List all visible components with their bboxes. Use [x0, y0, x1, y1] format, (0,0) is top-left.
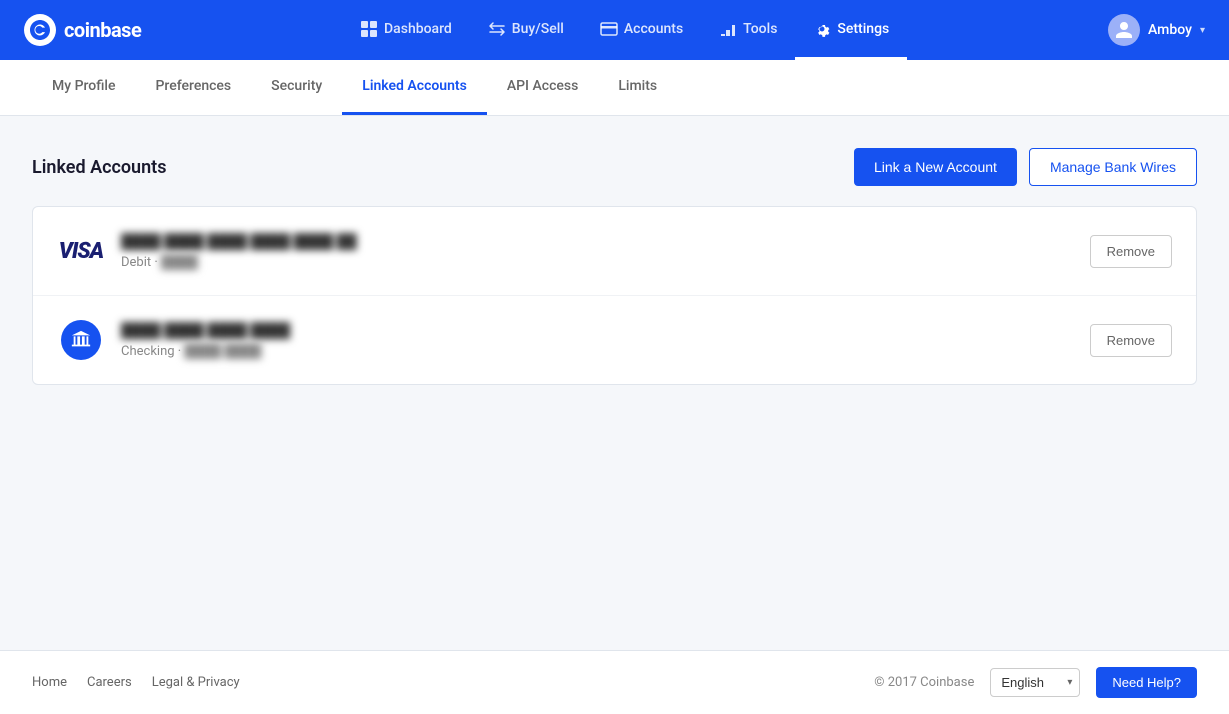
- footer-careers-link[interactable]: Careers: [87, 675, 132, 690]
- remove-visa-button[interactable]: Remove: [1090, 235, 1172, 268]
- tab-linked-accounts[interactable]: Linked Accounts: [342, 60, 487, 115]
- link-new-account-button[interactable]: Link a New Account: [854, 148, 1017, 186]
- tab-preferences[interactable]: Preferences: [135, 60, 251, 115]
- account-info: ████ ████ ████ ████ ████ ██ Debit · ████: [121, 233, 1090, 270]
- user-menu[interactable]: Amboy ▾: [1108, 14, 1205, 46]
- account-type-label: Debit ·: [121, 255, 161, 270]
- table-row: VISA ████ ████ ████ ████ ████ ██ Debit ·…: [33, 207, 1196, 296]
- bank-icon: [57, 316, 105, 364]
- settings-icon: [813, 20, 831, 38]
- manage-bank-wires-button[interactable]: Manage Bank Wires: [1029, 148, 1197, 186]
- account-number: ████: [161, 255, 198, 270]
- dashboard-icon: [360, 20, 378, 38]
- section-actions: Link a New Account Manage Bank Wires: [854, 148, 1197, 186]
- tab-limits[interactable]: Limits: [598, 60, 677, 115]
- tools-icon: [719, 20, 737, 38]
- remove-bank-button[interactable]: Remove: [1090, 324, 1172, 357]
- logo-text: coinbase: [64, 18, 141, 42]
- account-name: ████ ████ ████ ████ ████ ██: [121, 234, 357, 250]
- main-content: Linked Accounts Link a New Account Manag…: [0, 116, 1229, 650]
- section-header: Linked Accounts Link a New Account Manag…: [32, 148, 1197, 186]
- account-detail: Checking · ████ ████: [121, 343, 1090, 359]
- need-help-button[interactable]: Need Help?: [1096, 667, 1197, 698]
- tab-api-access[interactable]: API Access: [487, 60, 598, 115]
- footer: Home Careers Legal & Privacy © 2017 Coin…: [0, 650, 1229, 714]
- tab-my-profile[interactable]: My Profile: [32, 60, 135, 115]
- logo[interactable]: coinbase: [24, 14, 141, 46]
- settings-tabs: My Profile Preferences Security Linked A…: [0, 60, 1229, 116]
- footer-home-link[interactable]: Home: [32, 675, 67, 690]
- accounts-container: VISA ████ ████ ████ ████ ████ ██ Debit ·…: [32, 206, 1197, 385]
- coinbase-logo-icon: [24, 14, 56, 46]
- language-select[interactable]: English Español Français Deutsch 日本語: [990, 668, 1080, 697]
- bank-building-icon: [70, 329, 92, 351]
- footer-legal-link[interactable]: Legal & Privacy: [152, 675, 240, 690]
- nav-settings[interactable]: Settings: [795, 0, 907, 60]
- account-number: ████ ████: [184, 344, 261, 359]
- nav-dashboard[interactable]: Dashboard: [342, 0, 470, 60]
- buysell-icon: [488, 20, 506, 38]
- account-name: ████ ████ ████ ████: [121, 323, 290, 339]
- tab-security[interactable]: Security: [251, 60, 342, 115]
- language-selector-wrapper: English Español Français Deutsch 日本語 ▾: [990, 668, 1080, 697]
- footer-links: Home Careers Legal & Privacy: [32, 675, 240, 690]
- user-chevron-icon: ▾: [1200, 25, 1205, 36]
- footer-right: © 2017 Coinbase English Español Français…: [874, 667, 1197, 698]
- accounts-icon: [600, 20, 618, 38]
- main-nav: Dashboard Buy/Sell Accounts Tools Settin…: [342, 0, 907, 60]
- account-info: ████ ████ ████ ████ Checking · ████ ████: [121, 322, 1090, 359]
- table-row: ████ ████ ████ ████ Checking · ████ ████…: [33, 296, 1196, 384]
- avatar: [1108, 14, 1140, 46]
- copyright: © 2017 Coinbase: [874, 675, 974, 690]
- nav-buysell[interactable]: Buy/Sell: [470, 0, 582, 60]
- user-name: Amboy: [1148, 22, 1192, 38]
- section-title: Linked Accounts: [32, 157, 166, 178]
- visa-icon: VISA: [57, 227, 105, 275]
- nav-tools[interactable]: Tools: [701, 0, 795, 60]
- account-detail: Debit · ████: [121, 254, 1090, 270]
- nav-accounts[interactable]: Accounts: [582, 0, 701, 60]
- header: coinbase Dashboard Buy/Sell Accounts Too…: [0, 0, 1229, 60]
- account-type-label: Checking ·: [121, 344, 184, 359]
